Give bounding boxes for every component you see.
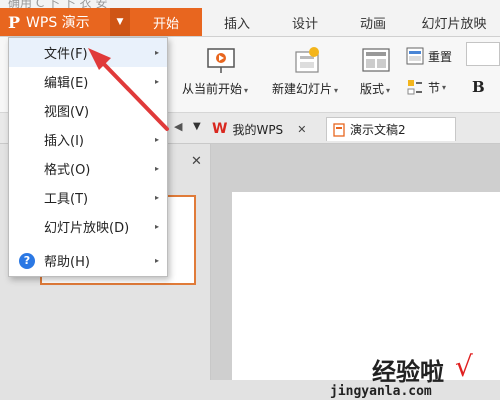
annotation-arrow-icon [88,48,169,131]
watermark-check-icon: √ [455,350,473,383]
watermark-text: 经验啦 [372,358,444,386]
watermark-url: jingyanla.com [330,384,432,399]
